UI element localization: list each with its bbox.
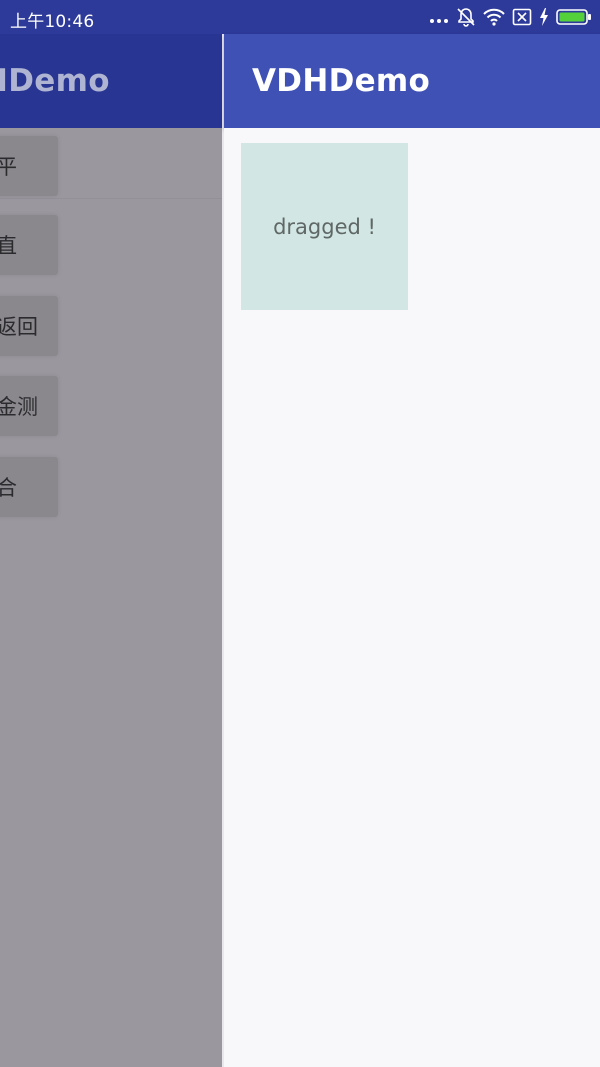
main-content: dragged ! — [224, 128, 600, 1067]
ghost-button-label: 合 — [0, 476, 17, 500]
ghost-button-1[interactable]: 平 — [0, 136, 58, 196]
app-bar: VDHDemo — [224, 34, 600, 128]
ghost-button-label: 金测 — [0, 395, 38, 419]
status-bar: 上午10:46 — [0, 0, 600, 34]
ghost-button-label: 直 — [0, 234, 17, 258]
more-dots-icon — [429, 7, 449, 27]
ghost-divider — [0, 198, 224, 199]
drag-box-label: dragged ! — [273, 214, 376, 239]
ghost-app-bar: HDemo — [0, 34, 224, 128]
ghost-button-2[interactable]: 直 — [0, 215, 58, 275]
ghost-button-label: 返回 — [0, 315, 38, 339]
ghost-button-3[interactable]: 返回 — [0, 296, 58, 356]
wifi-icon — [483, 8, 505, 26]
ghost-app-title: HDemo — [0, 63, 110, 99]
draggable-box[interactable]: dragged ! — [241, 143, 408, 310]
previous-screen-ghost: HDemo 平 直 返回 金测 合 — [0, 34, 224, 1067]
status-icons — [429, 6, 592, 28]
ghost-button-4[interactable]: 金测 — [0, 376, 58, 436]
ghost-button-5[interactable]: 合 — [0, 457, 58, 517]
status-time: 上午10:46 — [10, 12, 95, 32]
battery-icon — [556, 8, 592, 26]
notification-muted-icon — [456, 7, 476, 27]
charging-bolt-icon — [539, 8, 549, 26]
no-sim-icon — [512, 8, 532, 26]
app-title: VDHDemo — [252, 63, 431, 99]
ghost-button-label: 平 — [0, 155, 17, 179]
